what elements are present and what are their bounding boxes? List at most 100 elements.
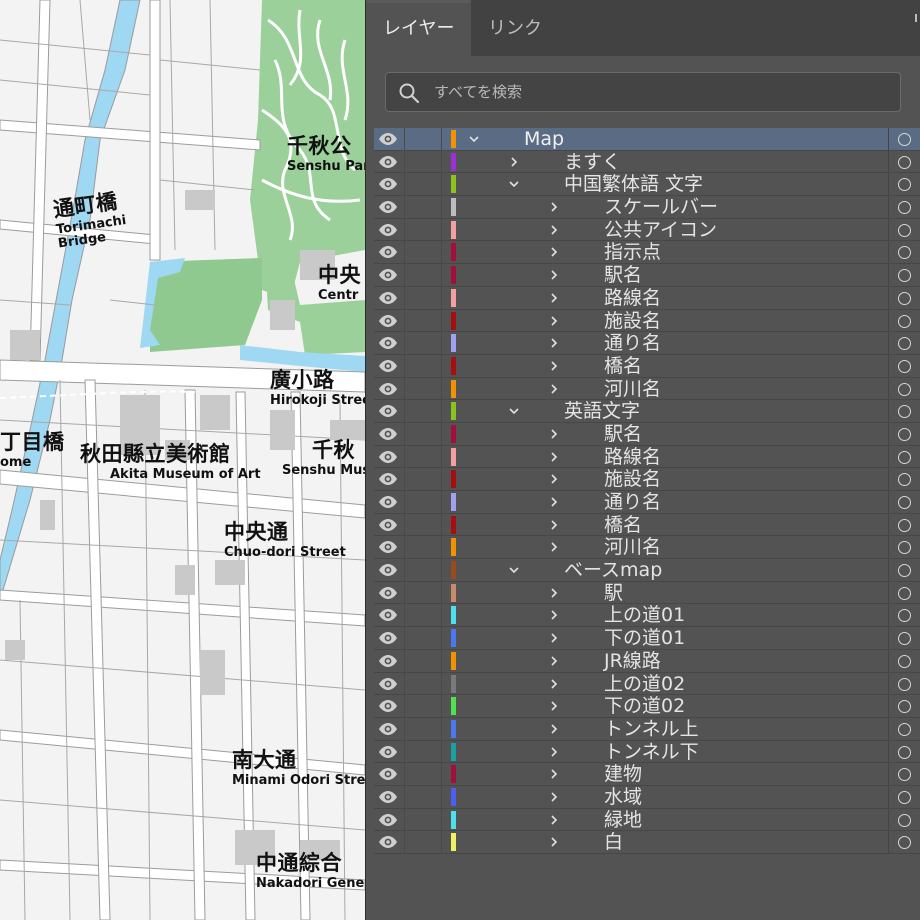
eye-icon[interactable] bbox=[378, 677, 398, 691]
target-circle-icon[interactable] bbox=[898, 722, 911, 736]
search-input[interactable] bbox=[434, 73, 884, 111]
chevron-right-icon[interactable] bbox=[549, 746, 559, 757]
layer-row[interactable]: 下の道02 bbox=[374, 695, 920, 718]
target-circle-icon[interactable] bbox=[898, 450, 911, 464]
layer-row[interactable]: 中国繁体語 文字 bbox=[374, 173, 920, 197]
map-canvas[interactable]: 千秋公 Senshu Par 通町橋 Torimachi Bridge 中央 C… bbox=[0, 0, 365, 920]
layer-row[interactable]: 河川名 bbox=[374, 377, 920, 401]
target-circle-icon[interactable] bbox=[898, 564, 911, 578]
eye-icon[interactable] bbox=[378, 790, 398, 804]
chevron-right-icon[interactable] bbox=[549, 656, 559, 666]
layer-row[interactable]: 通り名 bbox=[374, 491, 920, 514]
chevron-right-icon[interactable] bbox=[549, 542, 559, 552]
layer-row[interactable]: ますく bbox=[374, 150, 920, 174]
target-circle-icon[interactable] bbox=[898, 427, 911, 441]
target-circle-icon[interactable] bbox=[898, 359, 911, 373]
eye-icon[interactable] bbox=[378, 314, 398, 328]
eye-icon[interactable] bbox=[378, 563, 398, 577]
chevron-right-icon[interactable] bbox=[549, 633, 559, 643]
eye-icon[interactable] bbox=[378, 404, 398, 418]
chevron-right-icon[interactable] bbox=[549, 315, 559, 326]
chevron-down-icon[interactable] bbox=[469, 134, 479, 144]
target-circle-icon[interactable] bbox=[898, 677, 911, 691]
chevron-right-icon[interactable] bbox=[549, 610, 559, 621]
layer-row[interactable]: トンネル上 bbox=[374, 717, 920, 741]
chevron-right-icon[interactable] bbox=[549, 769, 559, 779]
layer-row[interactable]: 下の道01 bbox=[374, 627, 920, 650]
chevron-right-icon[interactable] bbox=[549, 338, 559, 348]
layer-row[interactable]: 通り名 bbox=[374, 332, 920, 355]
target-circle-icon[interactable] bbox=[898, 768, 911, 782]
layer-row[interactable]: 橋名 bbox=[374, 513, 920, 537]
target-circle-icon[interactable] bbox=[898, 609, 911, 623]
chevron-right-icon[interactable] bbox=[549, 815, 559, 825]
chevron-right-icon[interactable] bbox=[549, 701, 559, 711]
layer-row[interactable]: 公共アイコン bbox=[374, 218, 920, 242]
chevron-right-icon[interactable] bbox=[549, 361, 559, 371]
target-circle-icon[interactable] bbox=[898, 178, 911, 192]
eye-icon[interactable] bbox=[378, 495, 398, 509]
eye-icon[interactable] bbox=[378, 132, 398, 146]
layer-row[interactable]: 路線名 bbox=[374, 445, 920, 469]
layer-row[interactable]: 水域 bbox=[374, 785, 920, 809]
target-circle-icon[interactable] bbox=[898, 201, 911, 215]
target-circle-icon[interactable] bbox=[898, 473, 911, 487]
eye-icon[interactable] bbox=[378, 699, 398, 713]
layer-row[interactable]: 路線名 bbox=[374, 286, 920, 310]
chevron-right-icon[interactable] bbox=[549, 792, 559, 802]
target-circle-icon[interactable] bbox=[898, 314, 911, 328]
eye-icon[interactable] bbox=[378, 813, 398, 827]
layer-row[interactable]: トンネル下 bbox=[374, 740, 920, 764]
eye-icon[interactable] bbox=[378, 245, 398, 259]
layer-row[interactable]: 上の道01 bbox=[374, 604, 920, 628]
target-circle-icon[interactable] bbox=[898, 246, 911, 260]
layer-search-box[interactable] bbox=[385, 72, 901, 112]
layer-row[interactable]: 建物 bbox=[374, 763, 920, 786]
target-circle-icon[interactable] bbox=[898, 632, 911, 646]
layer-row[interactable]: 指示点 bbox=[374, 241, 920, 265]
chevron-right-icon[interactable] bbox=[549, 247, 559, 258]
eye-icon[interactable] bbox=[378, 722, 398, 736]
eye-icon[interactable] bbox=[378, 359, 398, 373]
layer-row[interactable]: スケールバー bbox=[374, 196, 920, 219]
eye-icon[interactable] bbox=[378, 745, 398, 759]
eye-icon[interactable] bbox=[378, 472, 398, 486]
eye-icon[interactable] bbox=[378, 631, 398, 645]
target-circle-icon[interactable] bbox=[898, 269, 911, 283]
target-circle-icon[interactable] bbox=[898, 790, 911, 804]
target-circle-icon[interactable] bbox=[898, 155, 911, 169]
eye-icon[interactable] bbox=[378, 177, 398, 191]
panel-menu-icon[interactable] bbox=[915, 14, 920, 22]
target-circle-icon[interactable] bbox=[898, 382, 911, 396]
eye-icon[interactable] bbox=[378, 450, 398, 464]
chevron-down-icon[interactable] bbox=[509, 406, 519, 416]
layer-row[interactable]: JR線路 bbox=[374, 649, 920, 673]
chevron-right-icon[interactable] bbox=[509, 157, 519, 167]
layer-row[interactable]: 英語文字 bbox=[374, 400, 920, 423]
target-circle-icon[interactable] bbox=[898, 405, 911, 419]
layer-row[interactable]: Map bbox=[374, 128, 920, 151]
target-circle-icon[interactable] bbox=[898, 654, 911, 668]
tab-layers[interactable]: レイヤー bbox=[366, 0, 472, 56]
chevron-right-icon[interactable] bbox=[549, 678, 559, 689]
chevron-right-icon[interactable] bbox=[549, 270, 559, 280]
eye-icon[interactable] bbox=[378, 835, 398, 849]
eye-icon[interactable] bbox=[378, 200, 398, 214]
layer-row[interactable]: ベースmap bbox=[374, 559, 920, 582]
target-circle-icon[interactable] bbox=[898, 291, 911, 305]
target-circle-icon[interactable] bbox=[898, 541, 911, 555]
target-circle-icon[interactable] bbox=[898, 518, 911, 532]
chevron-down-icon[interactable] bbox=[509, 179, 519, 189]
target-circle-icon[interactable] bbox=[898, 836, 911, 850]
chevron-right-icon[interactable] bbox=[549, 202, 559, 212]
eye-icon[interactable] bbox=[378, 382, 398, 396]
eye-icon[interactable] bbox=[378, 155, 398, 169]
layer-row[interactable]: 施設名 bbox=[374, 309, 920, 333]
layer-row[interactable]: 駅 bbox=[374, 581, 920, 605]
chevron-right-icon[interactable] bbox=[549, 474, 559, 484]
layer-row[interactable]: 河川名 bbox=[374, 536, 920, 560]
eye-icon[interactable] bbox=[378, 518, 398, 532]
target-circle-icon[interactable] bbox=[898, 813, 911, 827]
chevron-right-icon[interactable] bbox=[549, 520, 559, 530]
target-circle-icon[interactable] bbox=[898, 745, 911, 759]
